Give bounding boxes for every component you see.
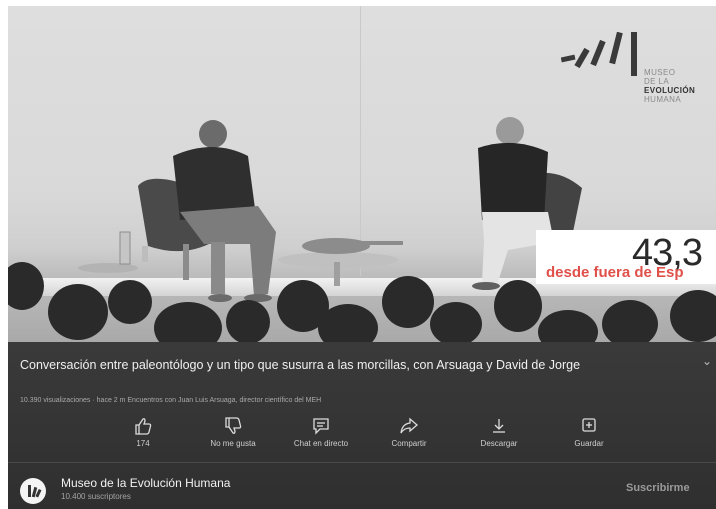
divider: [8, 462, 716, 463]
share-label: Compartir: [391, 439, 427, 448]
video-title[interactable]: Conversación entre paleontólogo y un tip…: [20, 356, 680, 374]
video-player[interactable]: MUSEO DE LA EVOLUCIÓN HUMANA 43,3 desde …: [8, 6, 716, 342]
download-icon: [493, 419, 505, 433]
chevron-down-icon[interactable]: ⌄: [702, 354, 712, 368]
dislike-label: No me gusta: [210, 439, 256, 448]
video-meta[interactable]: 10.390 visualizaciones · hace 2 m Encuen…: [20, 397, 700, 404]
video-overlay-caption: 43,3 desde fuera de Esp: [536, 230, 716, 284]
action-bar: 174 No me gusta Chat en directo Comparti…: [8, 416, 716, 460]
save-label: Guardar: [574, 439, 604, 448]
download-button[interactable]: Descargar: [456, 416, 542, 448]
save-icon: [582, 418, 596, 432]
subscriber-count: 10.400 suscriptores: [61, 492, 131, 501]
live-chat-label: Chat en directo: [293, 439, 349, 448]
thumbs-up-icon: [135, 418, 152, 435]
like-button[interactable]: 174: [100, 416, 186, 448]
avatar[interactable]: [20, 478, 46, 504]
save-button[interactable]: Guardar: [546, 416, 632, 448]
share-icon: [400, 417, 418, 434]
download-label: Descargar: [480, 439, 518, 448]
like-count: 174: [136, 439, 150, 448]
subscribe-button[interactable]: Suscribirme: [626, 482, 690, 494]
live-chat-button[interactable]: Chat en directo: [278, 416, 364, 448]
video-info-panel: Conversación entre paleontólogo y un tip…: [8, 342, 716, 509]
overlay-subtitle: desde fuera de Esp: [546, 264, 684, 281]
dislike-button[interactable]: No me gusta: [190, 416, 276, 448]
live-chat-icon: [313, 418, 329, 435]
thumbs-down-icon: [225, 417, 242, 434]
video-scene: [8, 117, 716, 342]
channel-name[interactable]: Museo de la Evolución Humana: [61, 476, 230, 490]
channel-row: Museo de la Evolución Humana 10.400 susc…: [8, 468, 716, 508]
share-button[interactable]: Compartir: [366, 416, 452, 448]
channel-logo-icon: [28, 485, 42, 498]
